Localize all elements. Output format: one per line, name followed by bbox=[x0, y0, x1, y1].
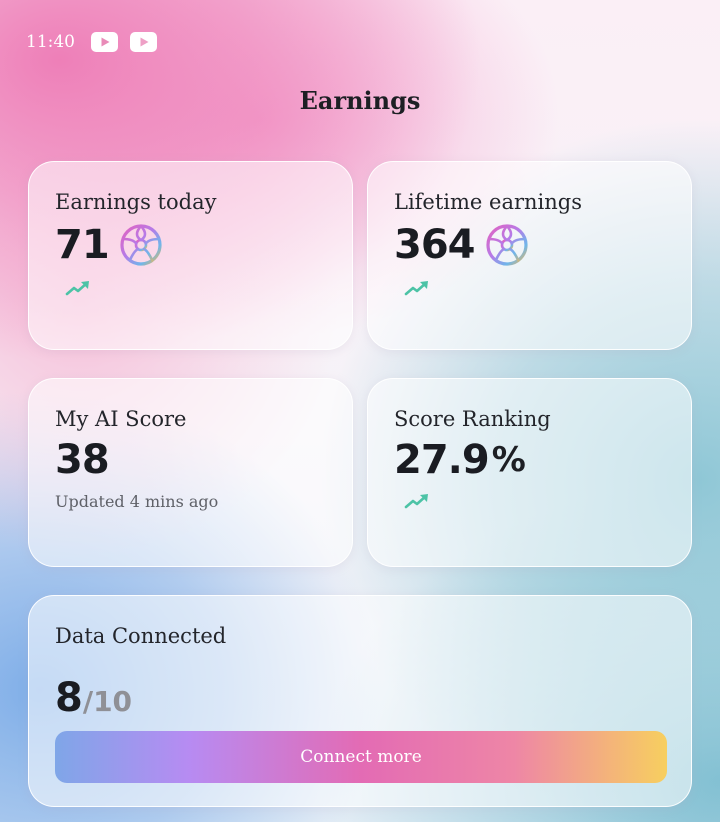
youtube-icon bbox=[91, 32, 118, 52]
data-connected-count: 8 /10 bbox=[55, 675, 665, 721]
data-connected-total: /10 bbox=[82, 685, 133, 719]
ai-score-label: My AI Score bbox=[55, 407, 187, 431]
ai-score-updated: Updated 4 mins ago bbox=[55, 492, 219, 512]
trend-up-icon bbox=[404, 494, 428, 509]
trend-up-icon bbox=[404, 281, 428, 296]
ai-score-value-row: 38 bbox=[55, 440, 326, 480]
lifetime-earnings-label: Lifetime earnings bbox=[394, 190, 583, 214]
score-ranking-label: Score Ranking bbox=[394, 407, 551, 431]
page-title: Earnings bbox=[299, 86, 421, 115]
data-connected-card: Data Connected 8 /10 Connect more bbox=[28, 595, 692, 807]
earnings-today-card[interactable]: Earnings today 71 bbox=[28, 161, 353, 350]
data-connected-label: Data Connected bbox=[55, 624, 227, 648]
earnings-today-value: 71 bbox=[55, 222, 110, 269]
youtube-icon bbox=[130, 32, 157, 52]
score-ranking-value: 27.9 bbox=[394, 437, 490, 484]
earnings-today-label: Earnings today bbox=[55, 190, 217, 214]
lifetime-earnings-card[interactable]: Lifetime earnings 364 bbox=[367, 161, 692, 350]
ai-score-card[interactable]: My AI Score 38 Updated 4 mins ago bbox=[28, 378, 353, 567]
status-time: 11:40 bbox=[26, 32, 75, 52]
ai-score-value: 38 bbox=[55, 437, 110, 484]
data-connected-value: 8 bbox=[55, 675, 83, 722]
lifetime-earnings-value-row: 364 bbox=[394, 223, 665, 267]
trend-up-icon bbox=[65, 281, 89, 296]
lifetime-earnings-value: 364 bbox=[394, 222, 475, 269]
score-ranking-value-row: 27.9 % bbox=[394, 440, 665, 480]
score-ranking-card[interactable]: Score Ranking 27.9 % bbox=[367, 378, 692, 567]
coin-icon bbox=[120, 224, 162, 266]
status-bar: 11:40 bbox=[26, 32, 157, 52]
connect-more-button[interactable]: Connect more bbox=[55, 731, 667, 783]
coin-icon bbox=[485, 224, 528, 266]
score-ranking-unit: % bbox=[491, 440, 526, 481]
earnings-today-value-row: 71 bbox=[55, 223, 326, 267]
